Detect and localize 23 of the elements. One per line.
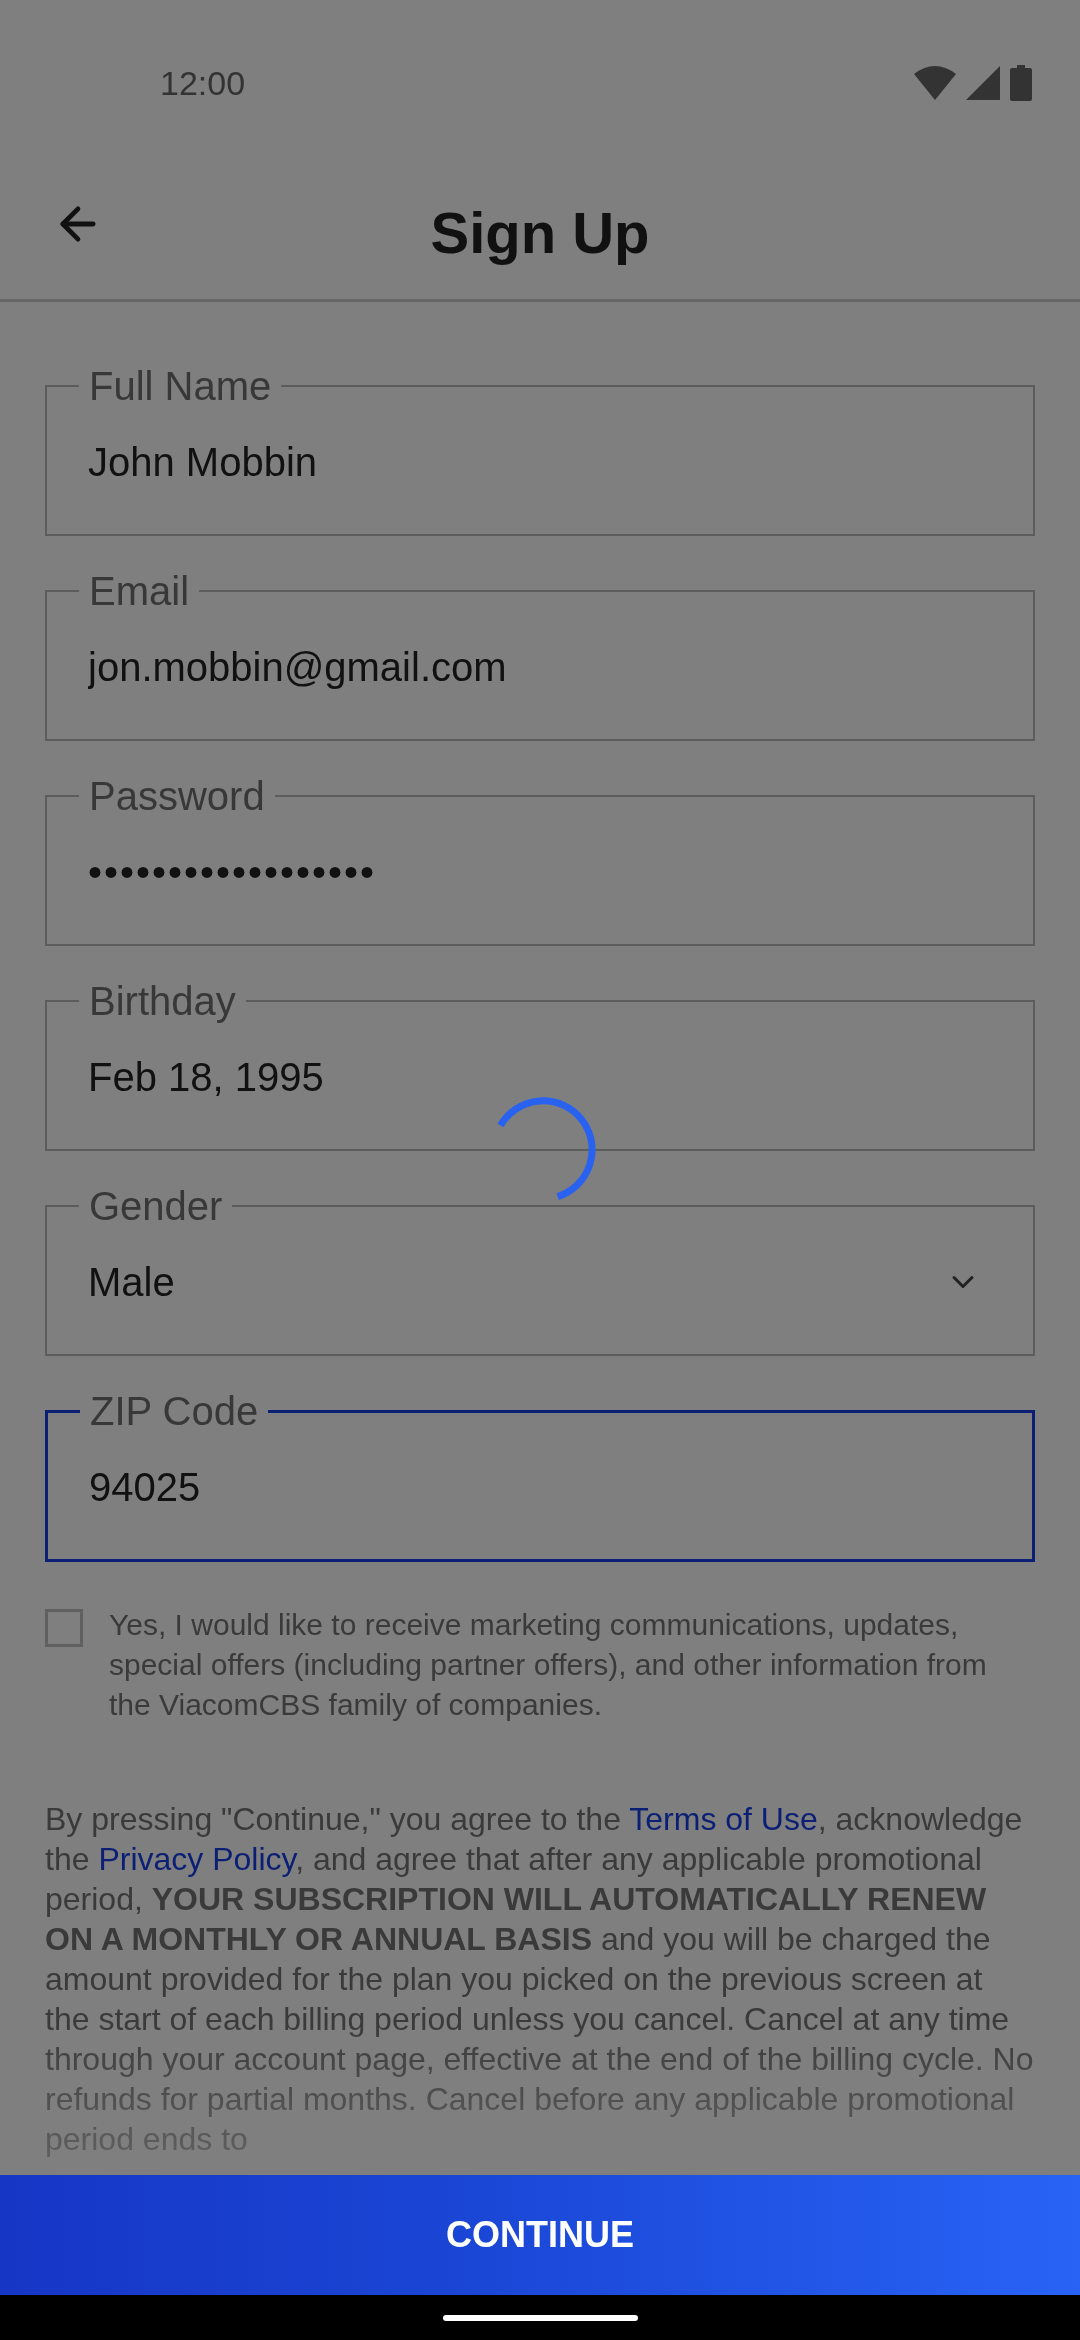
field-label: Email: [88, 568, 191, 615]
home-indicator[interactable]: [442, 2314, 638, 2321]
password-input[interactable]: ••••••••••••••••••: [79, 820, 1001, 924]
battery-icon: [1010, 65, 1032, 101]
input-field[interactable]: John Mobbin: [79, 410, 1001, 514]
legal-link[interactable]: Terms of Use: [629, 1801, 818, 1837]
continue-button[interactable]: CONTINUE: [0, 2175, 1080, 2295]
input-field[interactable]: 94025: [80, 1435, 1000, 1539]
wifi-icon: [914, 66, 956, 100]
field-label: Password: [88, 773, 266, 820]
field-label: Full Name: [88, 363, 273, 410]
checkbox-label: Yes, I would like to receive marketing communications, updates, special offers (including partner offers), and other information from the ViacomCBS family of companies.: [109, 1607, 988, 1723]
dropdown-value: Male: [88, 1259, 175, 1305]
page-title: Sign Up: [430, 199, 650, 266]
field-label: ZIP Code: [89, 1388, 260, 1435]
signal-icon: [966, 66, 1000, 100]
field-label: Gender: [88, 1183, 224, 1230]
gender-dropdown[interactable]: Male: [79, 1230, 1001, 1334]
marketing-checkbox[interactable]: [45, 1609, 83, 1647]
field-label: Birthday: [88, 978, 237, 1025]
status-time: 12:00: [160, 63, 246, 103]
input-field[interactable]: Feb 18, 1995: [79, 1025, 1001, 1129]
legal-link[interactable]: Privacy Policy: [98, 1841, 296, 1877]
